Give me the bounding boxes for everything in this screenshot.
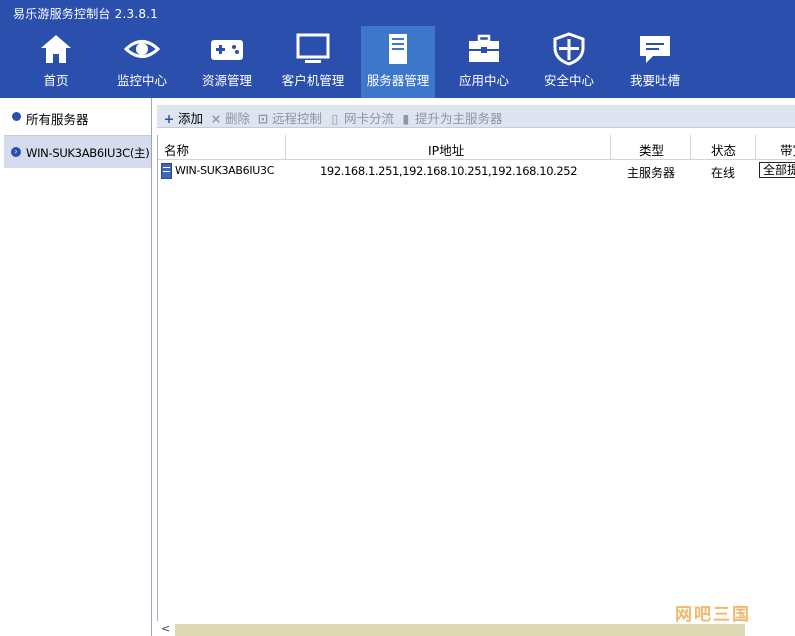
- top-navigation: 首页 监控中心 资源管理 客户机管理 服务器管理 应用中心 安全中心 我要吐槽: [0, 26, 795, 98]
- scrollbar-thumb[interactable]: [175, 624, 745, 636]
- delete-label: 删除: [225, 111, 251, 126]
- nav-resource-management-label: 资源管理: [201, 73, 252, 88]
- remote-control-label: 远程控制: [272, 111, 323, 126]
- chat-icon: [640, 36, 670, 63]
- bandwidth-dropdown[interactable]: 全部提: [759, 162, 795, 178]
- add-button[interactable]: + 添加: [163, 108, 203, 127]
- add-label: 添加: [178, 111, 204, 126]
- column-header-status-label: 状态: [711, 143, 737, 158]
- nav-feedback[interactable]: 我要吐槽: [618, 26, 692, 98]
- row-ip: 192.168.1.251,192.168.10.251,192.168.10.…: [320, 164, 578, 178]
- toolbox-icon: [469, 34, 499, 62]
- chevron-right-icon: ›: [11, 147, 21, 157]
- bullet-icon: [12, 112, 21, 121]
- monitor-icon: [296, 33, 330, 63]
- promote-master-label: 提升为主服务器: [415, 111, 503, 126]
- nic-split-button[interactable]: ▯ 网卡分流: [329, 108, 394, 127]
- nav-server-management[interactable]: 服务器管理: [361, 26, 435, 98]
- column-header-ip[interactable]: IP地址: [286, 135, 611, 160]
- eye-icon: [124, 40, 160, 58]
- column-header-name-label: 名称: [164, 143, 190, 158]
- all-servers-item[interactable]: 所有服务器: [4, 98, 151, 136]
- nav-security-center[interactable]: 安全中心: [532, 26, 606, 98]
- server-table: 名称 IP地址 类型 状态 带宽 WIN-SUK3AB6IU3C 192.168…: [157, 135, 795, 621]
- title-bar: 易乐游服务控制台 2.3.8.1: [0, 0, 795, 26]
- nav-server-management-label: 服务器管理: [366, 73, 430, 88]
- watermark-text: 网吧三国: [675, 605, 751, 625]
- table-row[interactable]: WIN-SUK3AB6IU3C 192.168.1.251,192.168.10…: [158, 160, 795, 182]
- server-tree-panel: 所有服务器 › WIN-SUK3AB6IU3C(主): [4, 98, 152, 636]
- network-card-icon: ▯: [331, 111, 339, 126]
- server-tree-label: WIN-SUK3AB6IU3C(主): [26, 146, 150, 160]
- nav-monitor-center-label: 监控中心: [116, 73, 167, 88]
- column-header-status[interactable]: 状态: [691, 135, 756, 160]
- window-title: 易乐游服务控制台 2.3.8.1: [13, 7, 158, 21]
- nav-home-label: 首页: [43, 73, 69, 88]
- column-header-name[interactable]: 名称: [158, 135, 286, 160]
- nav-security-center-label: 安全中心: [543, 73, 594, 88]
- row-status: 在线: [711, 166, 736, 180]
- nav-feedback-label: 我要吐槽: [629, 73, 680, 88]
- all-servers-label: 所有服务器: [26, 112, 89, 127]
- column-header-ip-label: IP地址: [428, 143, 465, 158]
- delete-button[interactable]: × 删除: [210, 108, 250, 127]
- server-tree-item[interactable]: › WIN-SUK3AB6IU3C(主): [4, 136, 151, 168]
- column-header-type[interactable]: 类型: [611, 135, 691, 160]
- nav-home[interactable]: 首页: [19, 26, 93, 98]
- server-toolbar: + 添加 × 删除 ⊡ 远程控制 ▯ 网卡分流 ▮ 提升为主服务器: [157, 105, 795, 128]
- nav-client-management-label: 客户机管理: [281, 73, 345, 88]
- scroll-left-icon[interactable]: <: [161, 622, 170, 635]
- home-icon: [41, 35, 71, 63]
- column-header-bandwidth[interactable]: 带宽: [756, 135, 795, 160]
- server-small-icon: ▮: [402, 111, 410, 126]
- gamepad-icon: [211, 40, 243, 60]
- promote-master-button[interactable]: ▮ 提升为主服务器: [400, 108, 503, 127]
- nav-app-center[interactable]: 应用中心: [447, 26, 521, 98]
- nav-monitor-center[interactable]: 监控中心: [105, 26, 179, 98]
- row-type: 主服务器: [627, 166, 676, 180]
- close-icon: ×: [210, 111, 222, 126]
- server-row-icon: [161, 163, 172, 179]
- nic-split-label: 网卡分流: [344, 111, 395, 126]
- nav-resource-management[interactable]: 资源管理: [190, 26, 264, 98]
- remote-control-button[interactable]: ⊡ 远程控制: [257, 108, 322, 127]
- nav-app-center-label: 应用中心: [458, 73, 509, 88]
- server-icon: [389, 34, 407, 64]
- remote-desktop-icon: ⊡: [257, 111, 269, 126]
- nav-client-management[interactable]: 客户机管理: [276, 26, 350, 98]
- shield-icon: [553, 32, 585, 66]
- plus-icon: +: [163, 111, 175, 126]
- row-name: WIN-SUK3AB6IU3C: [175, 164, 275, 177]
- column-header-type-label: 类型: [639, 143, 665, 158]
- column-header-bandwidth-label: 带宽: [780, 143, 795, 158]
